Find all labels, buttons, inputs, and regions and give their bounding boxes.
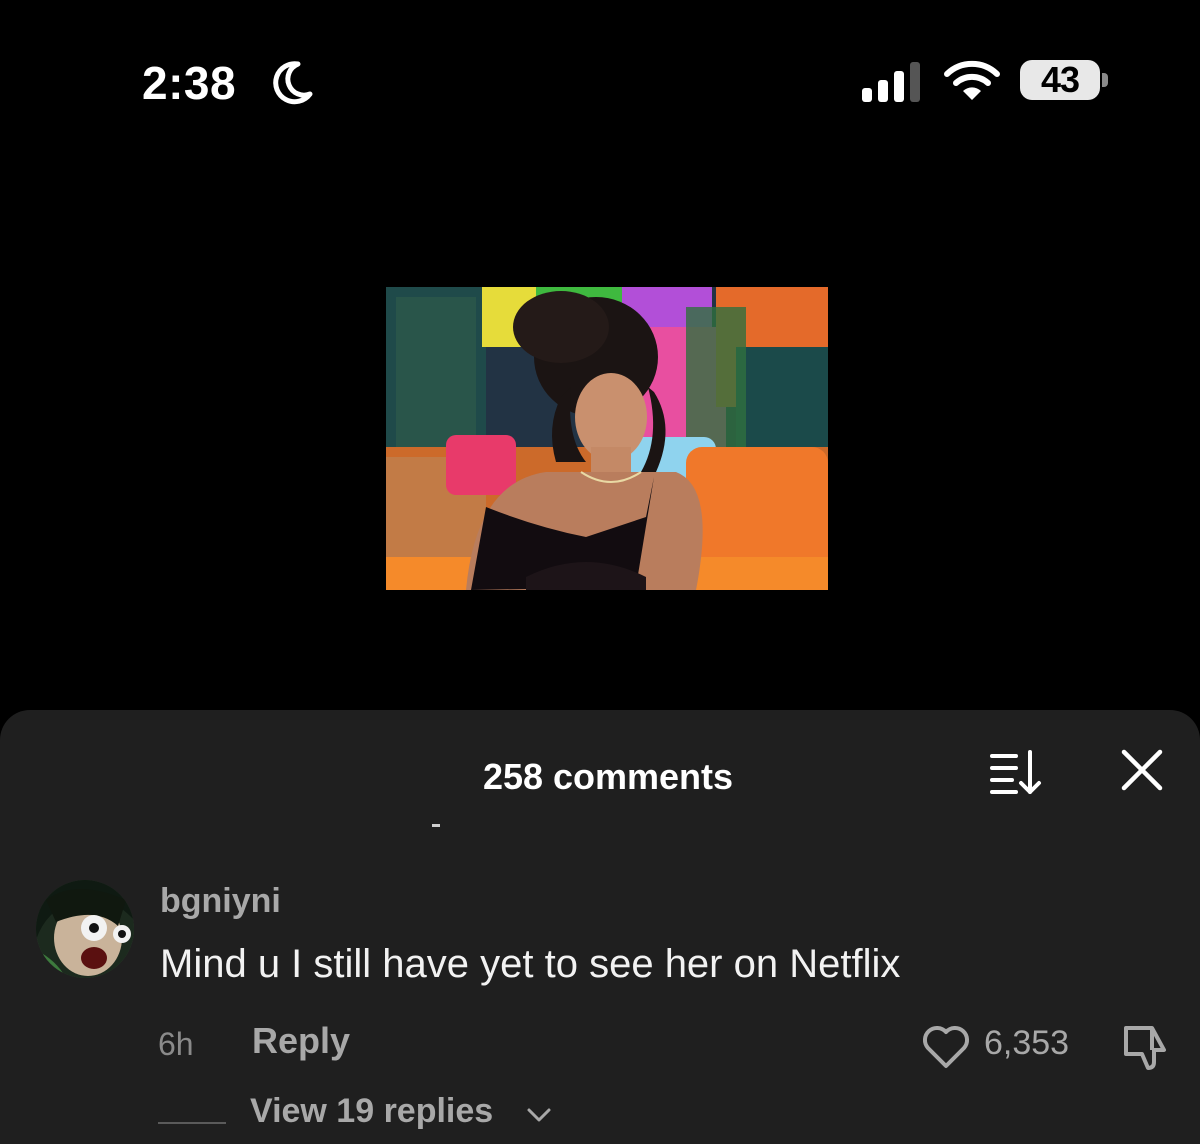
like-count: 6,353 bbox=[984, 1024, 1070, 1062]
replies-divider bbox=[158, 1122, 226, 1124]
avatar[interactable] bbox=[36, 880, 134, 978]
status-bar: 2:38 43 bbox=[0, 0, 1200, 170]
comments-sheet: 258 comments bgniyni Mind u I still have… bbox=[0, 710, 1200, 1144]
video-still-image bbox=[386, 287, 828, 590]
avatar-image bbox=[36, 880, 134, 978]
moon-icon bbox=[273, 61, 313, 105]
view-replies-button[interactable]: View 19 replies bbox=[250, 1092, 493, 1131]
signal-icon bbox=[862, 62, 920, 102]
close-icon[interactable] bbox=[1118, 746, 1166, 794]
battery-icon: 43 bbox=[1020, 59, 1112, 104]
battery-tip bbox=[1102, 73, 1108, 87]
reply-button[interactable]: Reply bbox=[252, 1020, 350, 1062]
scroll-indicator bbox=[432, 824, 440, 827]
wifi-icon bbox=[944, 60, 1000, 100]
battery-level: 43 bbox=[1020, 59, 1100, 100]
heart-icon[interactable] bbox=[920, 1022, 972, 1070]
comment-timestamp: 6h bbox=[158, 1026, 194, 1062]
status-time: 2:38 bbox=[142, 57, 237, 109]
chevron-down-icon[interactable] bbox=[526, 1106, 552, 1124]
video-thumbnail[interactable] bbox=[386, 287, 828, 590]
comment-item: bgniyni Mind u I still have yet to see h… bbox=[0, 870, 1200, 1144]
comment-username[interactable]: bgniyni bbox=[160, 882, 281, 921]
comment-text: Mind u I still have yet to see her on Ne… bbox=[160, 942, 901, 986]
dislike-icon[interactable] bbox=[1118, 1020, 1172, 1072]
sort-icon[interactable] bbox=[990, 748, 1044, 796]
